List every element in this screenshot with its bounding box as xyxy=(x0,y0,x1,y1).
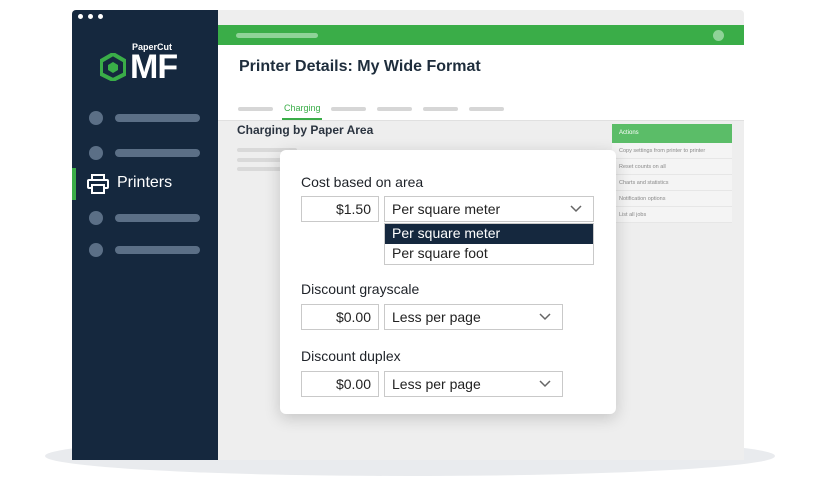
page-header: Printer Details: My Wide Format Charging xyxy=(218,45,744,121)
unit-select-value: Per square meter xyxy=(392,201,501,217)
unit-dropdown-menu: Per square meter Per square foot xyxy=(384,223,594,265)
nav-icon xyxy=(89,243,103,257)
tab[interactable] xyxy=(331,107,366,111)
sidebar-item[interactable] xyxy=(72,106,218,130)
unit-select[interactable]: Per square meter xyxy=(384,196,594,222)
discount-grayscale-select-value: Less per page xyxy=(392,309,481,325)
tab-charging[interactable]: Charging xyxy=(284,103,321,113)
active-tab-underline xyxy=(282,118,322,120)
sidebar: PaperCut MF Printers xyxy=(72,10,218,460)
chevron-down-icon xyxy=(539,313,551,321)
sidebar-item-label: Printers xyxy=(117,174,173,191)
printer-icon xyxy=(87,174,109,194)
actions-panel: Actions Copy settings from printer to pr… xyxy=(612,124,732,223)
window-dot[interactable] xyxy=(98,14,103,19)
tab[interactable] xyxy=(469,107,504,111)
sidebar-item[interactable] xyxy=(72,206,218,230)
window-dot[interactable] xyxy=(78,14,83,19)
nav-label-placeholder xyxy=(115,246,200,254)
nav-icon xyxy=(89,146,103,160)
charging-card: Cost based on area $1.50 Per square mete… xyxy=(280,150,616,414)
user-avatar[interactable] xyxy=(713,30,724,41)
discount-grayscale-label: Discount grayscale xyxy=(301,281,420,297)
sidebar-item[interactable] xyxy=(72,238,218,262)
discount-grayscale-select[interactable]: Less per page xyxy=(384,304,563,330)
window-controls xyxy=(78,14,103,19)
discount-duplex-input[interactable]: $0.00 xyxy=(301,371,379,397)
window-dot[interactable] xyxy=(88,14,93,19)
chevron-down-icon xyxy=(570,205,582,213)
sidebar-item-printers[interactable]: Printers xyxy=(72,168,218,200)
section-title: Charging by Paper Area xyxy=(237,123,374,137)
tab[interactable] xyxy=(423,107,458,111)
nav-label-placeholder xyxy=(115,214,200,222)
discount-grayscale-input[interactable]: $0.00 xyxy=(301,304,379,330)
tab[interactable] xyxy=(238,107,273,111)
sidebar-item[interactable] xyxy=(72,141,218,165)
nav-label-placeholder xyxy=(115,149,200,157)
action-copy-settings[interactable]: Copy settings from printer to printer xyxy=(612,143,732,159)
chevron-down-icon xyxy=(539,380,551,388)
tab[interactable] xyxy=(377,107,412,111)
cost-label: Cost based on area xyxy=(301,174,424,190)
nav-icon xyxy=(89,211,103,225)
discount-duplex-label: Discount duplex xyxy=(301,348,401,364)
option-per-square-foot[interactable]: Per square foot xyxy=(385,244,593,264)
action-reset-counts[interactable]: Reset counts on all xyxy=(612,159,732,175)
discount-duplex-select-value: Less per page xyxy=(392,376,481,392)
nav-label-placeholder xyxy=(115,114,200,122)
action-list-jobs[interactable]: List all jobs xyxy=(612,207,732,223)
actions-heading: Actions xyxy=(612,124,732,143)
action-charts[interactable]: Charts and statistics xyxy=(612,175,732,191)
nav-icon xyxy=(89,111,103,125)
top-bar xyxy=(218,25,744,45)
page-title: Printer Details: My Wide Format xyxy=(239,58,481,75)
top-bar-placeholder xyxy=(236,33,318,38)
option-per-square-meter[interactable]: Per square meter xyxy=(385,224,593,244)
logo-product: MF xyxy=(130,48,178,86)
cost-input[interactable]: $1.50 xyxy=(301,196,379,222)
discount-duplex-select[interactable]: Less per page xyxy=(384,371,563,397)
active-indicator xyxy=(72,168,76,200)
papercut-logo-icon xyxy=(100,53,126,81)
text-placeholder xyxy=(237,158,282,162)
action-notifications[interactable]: Notification options xyxy=(612,191,732,207)
